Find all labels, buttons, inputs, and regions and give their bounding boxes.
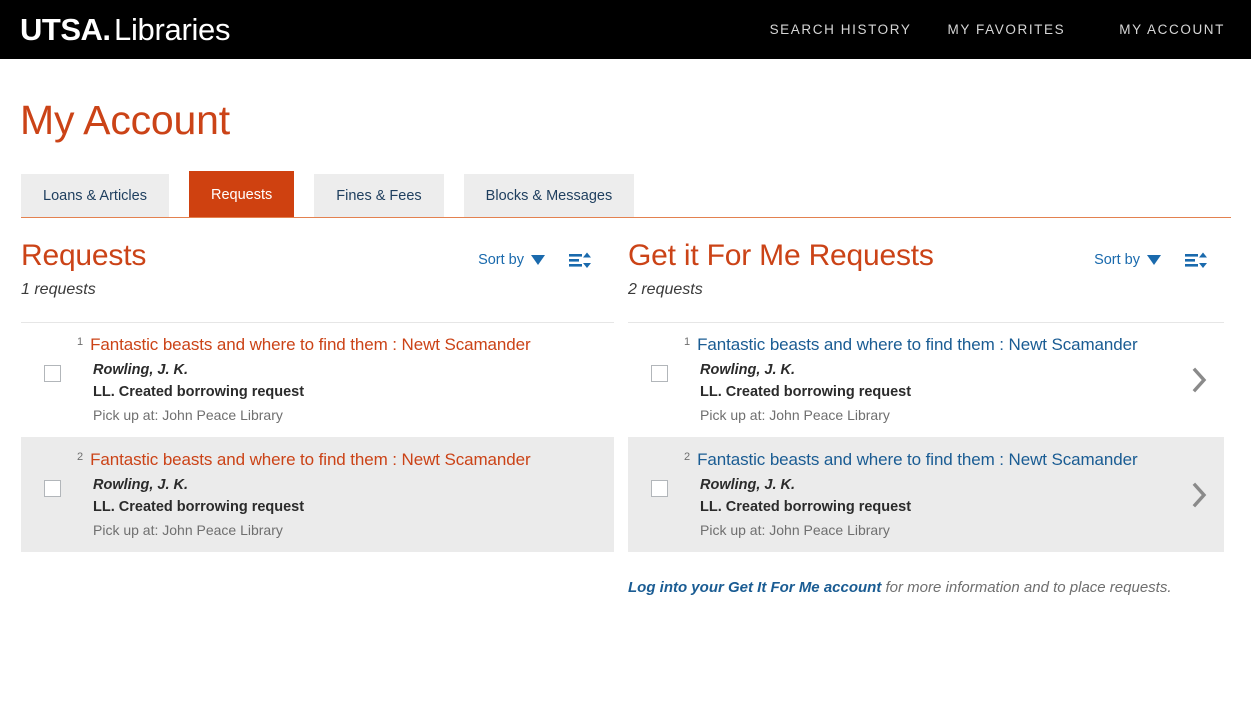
chevron-down-icon bbox=[1147, 255, 1161, 265]
record-author: Rowling, J. K. bbox=[93, 477, 614, 493]
tab-loans-and-articles[interactable]: Loans & Articles bbox=[21, 174, 169, 218]
record-body: 2 Fantastic beasts and where to find the… bbox=[77, 450, 614, 538]
record-title-link[interactable]: Fantastic beasts and where to find them … bbox=[697, 450, 1137, 470]
record-status: LL. Created borrowing request bbox=[93, 499, 614, 515]
record-index: 1 bbox=[77, 337, 83, 348]
get-it-for-me-panel: Get it For Me Requests Sort by 2 request… bbox=[614, 240, 1230, 596]
brand-utsa-text: UTSA bbox=[20, 12, 102, 48]
tab-fines-and-fees[interactable]: Fines & Fees bbox=[314, 174, 443, 218]
record-index: 2 bbox=[77, 452, 83, 463]
sort-by-label-right: Sort by bbox=[1094, 252, 1140, 268]
sort-by-control-left[interactable]: Sort by bbox=[478, 252, 545, 268]
sort-order-icon-left[interactable] bbox=[569, 250, 593, 270]
table-row[interactable]: 2 Fantastic beasts and where to find the… bbox=[21, 437, 614, 552]
sort-order-icon-right[interactable] bbox=[1185, 250, 1209, 270]
record-pickup-location: Pick up at: John Peace Library bbox=[93, 407, 614, 423]
top-header-bar: UTSA . Libraries SEARCH HISTORY MY FAVOR… bbox=[0, 0, 1251, 59]
table-row[interactable]: 2 Fantastic beasts and where to find the… bbox=[628, 437, 1224, 552]
get-it-for-me-record-list: 1 Fantastic beasts and where to find the… bbox=[628, 322, 1230, 552]
record-checkbox[interactable] bbox=[651, 365, 668, 382]
panels-container: Requests Sort by 1 requests bbox=[0, 240, 1251, 596]
record-status: LL. Created borrowing request bbox=[700, 499, 1224, 515]
page-title: My Account bbox=[20, 97, 1251, 144]
table-row[interactable]: 1 Fantastic beasts and where to find the… bbox=[628, 322, 1224, 437]
tab-blocks-and-messages[interactable]: Blocks & Messages bbox=[464, 174, 635, 218]
record-author: Rowling, J. K. bbox=[93, 362, 614, 378]
requests-panel-tools: Sort by bbox=[478, 250, 593, 270]
record-title-link[interactable]: Fantastic beasts and where to find them … bbox=[90, 335, 530, 355]
chevron-down-icon bbox=[531, 255, 545, 265]
get-it-for-me-panel-tools: Sort by bbox=[1094, 250, 1209, 270]
get-it-for-me-footnote: Log into your Get It For Me account for … bbox=[628, 579, 1230, 596]
sort-by-label-left: Sort by bbox=[478, 252, 524, 268]
record-index: 1 bbox=[684, 337, 690, 348]
sort-by-control-right[interactable]: Sort by bbox=[1094, 252, 1161, 268]
utsa-libraries-logo[interactable]: UTSA . Libraries bbox=[20, 12, 230, 48]
requests-panel-header: Requests Sort by bbox=[21, 240, 614, 272]
brand-dot: . bbox=[102, 12, 111, 48]
record-checkbox[interactable] bbox=[651, 480, 668, 497]
record-pickup-location: Pick up at: John Peace Library bbox=[700, 407, 1224, 423]
tab-bar: Loans & Articles Requests Fines & Fees B… bbox=[0, 171, 1251, 218]
brand-libraries-text: Libraries bbox=[114, 12, 230, 48]
record-status: LL. Created borrowing request bbox=[93, 384, 614, 400]
record-index: 2 bbox=[684, 452, 690, 463]
record-body: 1 Fantastic beasts and where to find the… bbox=[684, 335, 1224, 423]
record-status: LL. Created borrowing request bbox=[700, 384, 1224, 400]
table-row[interactable]: 1 Fantastic beasts and where to find the… bbox=[21, 322, 614, 437]
tab-requests[interactable]: Requests bbox=[189, 171, 294, 218]
nav-my-favorites[interactable]: MY FAVORITES bbox=[948, 22, 1066, 37]
record-title-link[interactable]: Fantastic beasts and where to find them … bbox=[90, 450, 530, 470]
get-it-for-me-count: 2 requests bbox=[628, 281, 1230, 299]
chevron-right-icon[interactable] bbox=[1192, 367, 1208, 393]
nav-search-history[interactable]: SEARCH HISTORY bbox=[770, 22, 912, 37]
get-it-for-me-panel-title: Get it For Me Requests bbox=[628, 240, 934, 272]
record-checkbox[interactable] bbox=[44, 480, 61, 497]
record-body: 2 Fantastic beasts and where to find the… bbox=[684, 450, 1224, 538]
record-body: 1 Fantastic beasts and where to find the… bbox=[77, 335, 614, 423]
record-pickup-location: Pick up at: John Peace Library bbox=[93, 522, 614, 538]
record-author: Rowling, J. K. bbox=[700, 477, 1224, 493]
tab-underline-divider bbox=[21, 217, 1231, 218]
record-author: Rowling, J. K. bbox=[700, 362, 1224, 378]
chevron-right-icon[interactable] bbox=[1192, 482, 1208, 508]
top-navigation: SEARCH HISTORY MY FAVORITES MY ACCOUNT bbox=[770, 0, 1251, 59]
nav-my-account[interactable]: MY ACCOUNT bbox=[1119, 22, 1225, 37]
requests-panel-title: Requests bbox=[21, 240, 146, 272]
record-checkbox[interactable] bbox=[44, 365, 61, 382]
get-it-for-me-footnote-text: for more information and to place reques… bbox=[881, 579, 1171, 596]
record-title-link[interactable]: Fantastic beasts and where to find them … bbox=[697, 335, 1137, 355]
get-it-for-me-panel-header: Get it For Me Requests Sort by bbox=[628, 240, 1230, 272]
requests-count: 1 requests bbox=[21, 281, 614, 299]
requests-panel: Requests Sort by 1 requests bbox=[0, 240, 614, 596]
record-pickup-location: Pick up at: John Peace Library bbox=[700, 522, 1224, 538]
get-it-for-me-login-link[interactable]: Log into your Get It For Me account bbox=[628, 579, 881, 596]
requests-record-list: 1 Fantastic beasts and where to find the… bbox=[21, 322, 614, 552]
